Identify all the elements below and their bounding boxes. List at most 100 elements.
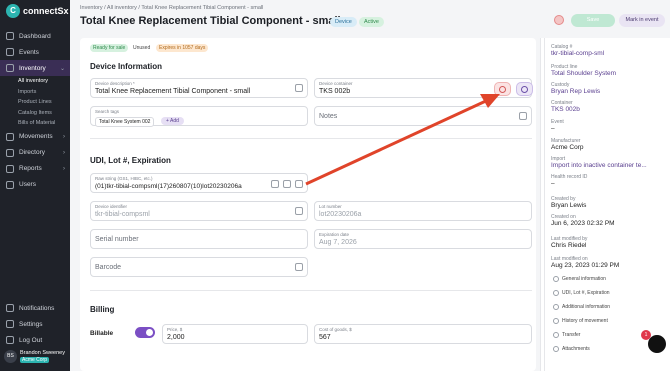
nav-label: Inventory	[19, 64, 46, 72]
nav-logout[interactable]: Log Out	[0, 332, 70, 348]
barcode-icon[interactable]	[295, 263, 303, 271]
flag-icon[interactable]	[554, 15, 564, 25]
link-additional-information[interactable]: Additional information	[553, 304, 610, 310]
detail-value: –	[551, 125, 555, 132]
serial-placeholder: Serial number	[95, 236, 139, 243]
link-udi[interactable]: UDI, Lot #, Expiration	[553, 290, 610, 296]
field-value: 2,000	[167, 334, 185, 341]
link-general-information[interactable]: General information	[553, 276, 606, 282]
section-icon	[553, 346, 559, 352]
field-label: Device identifier	[95, 204, 128, 209]
field-label: Price, $	[167, 327, 183, 332]
nav-settings[interactable]: Settings	[0, 316, 70, 332]
unused-pill: Unused	[133, 45, 151, 51]
notes-placeholder: Notes	[319, 113, 338, 120]
chevron-right-icon: ›	[63, 165, 65, 172]
subnav-imports[interactable]: Imports	[18, 87, 70, 98]
link-history[interactable]: History of movement	[553, 318, 608, 324]
info-icon	[295, 84, 303, 92]
device-badge: Device	[330, 17, 357, 27]
ready-pill: Ready for sale	[90, 44, 129, 52]
section-icon	[553, 276, 559, 282]
field-label: Raw string (GS1, HIBC, etc.)	[95, 176, 153, 181]
link-label: History of movement	[562, 318, 608, 324]
device-information-heading: Device Information	[90, 62, 163, 71]
field-value: Total Knee Replacement Tibial Component …	[95, 88, 251, 95]
detail-container[interactable]: Container TKS 002b	[551, 100, 666, 113]
save-button[interactable]: Save	[571, 14, 615, 27]
detail-import[interactable]: Import Import into inactive container te.…	[551, 156, 666, 169]
notes-field[interactable]: Notes	[314, 106, 532, 126]
link-attachments[interactable]: Attachments	[553, 346, 590, 352]
field-value: 567	[319, 334, 331, 341]
detail-catalog[interactable]: Catalog # tkr-tibial-comp-sml	[551, 44, 666, 57]
nav-bottom: Notifications Settings Log Out	[0, 300, 70, 348]
detail-value: Total Shoulder System	[551, 70, 617, 77]
detail-value: –	[551, 180, 555, 187]
info-icon	[519, 112, 527, 120]
field-label: Device description *	[95, 81, 135, 86]
users-icon	[6, 180, 14, 189]
subnav-product-lines[interactable]: Product Lines	[18, 97, 70, 108]
logout-icon	[6, 336, 14, 344]
nav-movements[interactable]: Movements ›	[0, 129, 70, 145]
detail-product-line[interactable]: Product line Total Shoulder System	[551, 64, 666, 77]
nav-label: Reports	[19, 165, 42, 172]
raw-string-field[interactable]: Raw string (GS1, HIBC, etc.) (01)tkr-tib…	[90, 173, 308, 193]
nav-inventory[interactable]: Inventory ⌄	[0, 60, 70, 76]
clear-container-button[interactable]	[494, 82, 511, 96]
price-field[interactable]: Price, $ 2,000	[162, 324, 308, 344]
add-tag-button[interactable]: + Add	[161, 117, 184, 125]
nav-label: Users	[19, 181, 36, 188]
billable-label: Billable	[90, 330, 114, 337]
link-transfer[interactable]: Transfer	[553, 332, 580, 338]
subnav-bills-of-material[interactable]: Bills of Material	[18, 118, 70, 129]
breadcrumb[interactable]: Inventory / All inventory / Total Knee R…	[80, 5, 263, 11]
section-icon	[553, 290, 559, 296]
nav-notifications[interactable]: Notifications	[0, 300, 70, 316]
divider	[90, 290, 532, 291]
dashboard-icon	[6, 32, 14, 40]
brand-name: connectSx	[23, 6, 69, 16]
reports-icon	[6, 164, 14, 173]
udi-heading: UDI, Lot #, Expiration	[90, 156, 171, 165]
detail-event: Event –	[551, 119, 666, 132]
device-description-field[interactable]: Device description * Total Knee Replacem…	[90, 78, 308, 98]
nav-directory[interactable]: Directory ›	[0, 145, 70, 161]
directory-icon	[6, 148, 14, 157]
nav-users[interactable]: Users	[0, 177, 70, 193]
device-identifier-field: Device identifier tkr-tibial-compsml	[90, 201, 308, 221]
billing-heading: Billing	[90, 305, 115, 314]
bell-icon	[6, 304, 14, 312]
field-value: tkr-tibial-compsml	[95, 211, 150, 218]
billable-toggle[interactable]	[135, 327, 155, 338]
tag-chip[interactable]: Total Knee System 002	[95, 117, 155, 127]
search-tags-field[interactable]: Search tags Total Knee System 002 + Add	[90, 106, 308, 127]
cost-field[interactable]: Cost of goods, $ 567	[314, 324, 532, 344]
user-profile[interactable]: BS Brandon Sweeney Acme Corp	[4, 350, 65, 363]
detail-custody[interactable]: Custody Bryan Rep Lewis	[551, 82, 666, 95]
nav-events[interactable]: Events	[0, 44, 70, 60]
user-org-badge: Acme Corp	[20, 357, 50, 363]
nav-reports[interactable]: Reports ›	[0, 161, 70, 177]
info-icon	[295, 180, 303, 188]
field-value: (01)tkr-tibial-compsml(17)260807(10)lot2…	[95, 183, 242, 190]
subnav-all-inventory[interactable]: All inventory	[18, 76, 70, 87]
calendar-icon	[6, 48, 14, 56]
barcode-field[interactable]: Barcode	[90, 257, 308, 277]
nav-label: Movements	[19, 133, 53, 140]
subnav-catalog-items[interactable]: Catalog Items	[18, 108, 70, 119]
link-label: Attachments	[562, 346, 590, 352]
mark-in-event-button[interactable]: Mark in event	[619, 14, 665, 27]
barcode-scan-icon[interactable]	[283, 180, 291, 188]
view-container-button[interactable]	[516, 82, 533, 96]
field-value: TKS 002b	[319, 88, 351, 95]
brand-logo[interactable]: C connectSx	[6, 4, 69, 18]
inventory-subnav: All inventory Imports Product Lines Cata…	[0, 76, 70, 129]
section-icon	[553, 304, 559, 310]
sidebar: C connectSx Dashboard Events Inventory ⌄ …	[0, 0, 70, 371]
nav-label: Directory	[19, 149, 46, 156]
serial-number-field[interactable]: Serial number	[90, 229, 308, 249]
clear-icon[interactable]	[271, 180, 279, 188]
nav-dashboard[interactable]: Dashboard	[0, 28, 70, 44]
